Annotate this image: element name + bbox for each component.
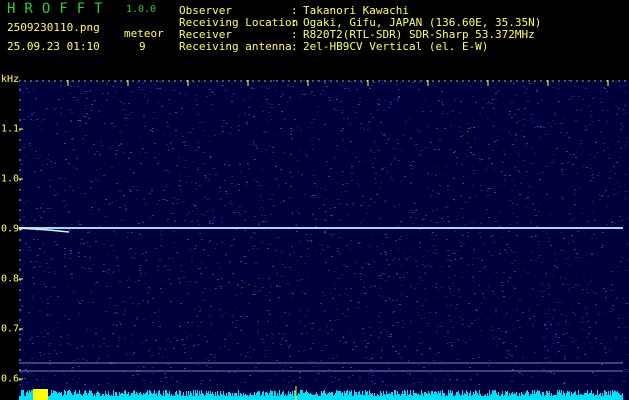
antenna-sep: :: [291, 40, 298, 53]
meteor-label: meteor: [124, 27, 164, 40]
freq-label: 0.7: [1, 323, 20, 335]
app-title: HROFFT: [7, 1, 112, 17]
freq-label: 1.1: [1, 123, 20, 135]
antenna-key: Receiving antenna: [179, 40, 292, 53]
antenna-value: 2el-HB9CV Vertical (el. E-W): [303, 40, 489, 53]
freq-label: 0.9: [1, 223, 20, 235]
app-version: 1.0.0: [126, 4, 157, 15]
freq-label: 0.6: [1, 373, 20, 385]
spectrogram-waterfall: [19, 80, 629, 400]
file-name: 2509230110.png: [7, 21, 100, 34]
waterfall-background: [19, 80, 629, 400]
amplitude-peak-marker: [33, 389, 48, 400]
freq-label: 0.8: [1, 273, 20, 285]
meteor-count: 9: [139, 40, 146, 53]
frequency-unit-label: kHz: [1, 74, 20, 85]
timestamp: 25.09.23 01:10: [7, 40, 100, 53]
freq-label: 1.0: [1, 173, 20, 185]
